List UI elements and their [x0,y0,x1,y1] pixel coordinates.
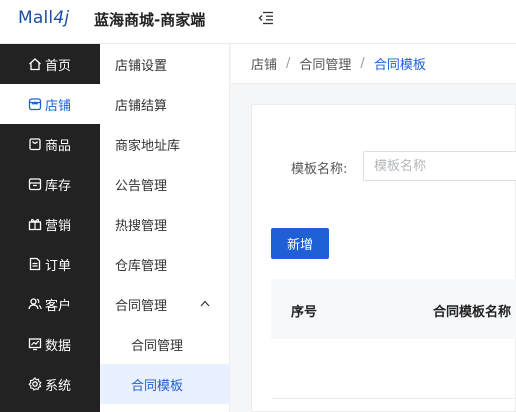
sidebar-item-label: 订单 [45,258,72,274]
brand-title: 蓝海商城-商家端 [94,11,206,29]
logo-text: Mall [18,8,54,28]
home-icon [29,58,41,71]
sidebar-item-label: 系统 [45,378,72,394]
breadcrumb-separator: / [360,56,365,71]
submenu-item-warehouse[interactable]: 仓库管理 [100,244,230,284]
order-icon [29,257,41,271]
sidebar-item-system[interactable]: 系统 [0,364,100,404]
sidebar-item-label: 库存 [45,178,72,194]
sidebar-item-order[interactable]: 订单 [0,244,100,284]
breadcrumb: 店铺 / 合同管理 / 合同模板 [231,44,516,84]
submenu-item-contract-template[interactable]: 合同模板 [100,364,230,404]
sidebar-item-data[interactable]: 数据 [0,324,100,364]
sidebar-item-shop[interactable]: 店铺 [0,84,100,124]
product-icon [29,138,41,151]
sidebar-item-marketing[interactable]: 营销 [0,204,100,244]
breadcrumb-current: 合同模板 [373,58,426,73]
chart-icon [28,338,42,351]
logo-suffix: 4j [53,8,70,28]
submenu-item-notice-management[interactable]: 公告管理 [100,164,230,204]
sidebar-item-home[interactable]: 首页 [0,44,100,84]
table-header: 序号 合同模板名称 [271,279,516,339]
menu-fold-icon[interactable] [258,11,274,25]
submenu-item-label: 仓库管理 [115,258,168,274]
search-label: 模板名称: [291,162,348,177]
submenu-group-contract[interactable]: 合同管理 [100,284,230,324]
table-divider [271,398,516,399]
submenu-item-label: 店铺设置 [115,58,168,74]
customer-icon [28,298,42,310]
sidebar-item-label: 店铺 [45,98,72,114]
chevron-up-icon [200,300,210,307]
sidebar-item-label: 营销 [45,218,72,234]
submenu-item-label: 商家地址库 [115,138,181,154]
sidebar-item-label: 客户 [45,298,72,314]
top-header: Mall4j 蓝海商城-商家端 [0,0,516,44]
column-header-template-name: 合同模板名称 [433,305,512,320]
submenu-item-label: 店铺结算 [115,98,168,114]
sidebar-item-inventory[interactable]: 库存 [0,164,100,204]
submenu-group-label: 合同管理 [115,298,168,314]
column-header-index: 序号 [291,305,318,320]
breadcrumb-item[interactable]: 合同管理 [299,54,351,73]
secondary-sidebar: 店铺设置 店铺结算 商家地址库 公告管理 热搜管理 仓库管理 合同管理 合同管理… [100,44,230,412]
submenu-item-label: 公告管理 [115,178,168,194]
submenu-item-address-book[interactable]: 商家地址库 [100,124,230,164]
breadcrumb-item[interactable]: 店铺 [251,54,277,73]
breadcrumb-separator: / [286,56,291,71]
submenu-item-label: 热搜管理 [115,218,168,234]
sidebar-item-customer[interactable]: 客户 [0,284,100,324]
sidebar-item-label: 数据 [45,338,72,354]
submenu-item-label: 合同管理 [131,338,184,354]
sidebar-item-label: 首页 [45,58,72,74]
submenu-item-label: 合同模板 [131,378,184,394]
gift-icon [28,218,42,231]
sidebar-item-product[interactable]: 商品 [0,124,100,164]
submenu-item-hot-search[interactable]: 热搜管理 [100,204,230,244]
inventory-icon [28,178,42,191]
sidebar-item-label: 商品 [45,138,72,154]
gear-icon [28,377,42,391]
shop-icon [28,98,42,111]
template-name-input[interactable] [363,151,516,181]
submenu-item-shop-settlement[interactable]: 店铺结算 [100,84,230,124]
primary-sidebar: 首页 店铺 商品 库存 营销 订单 客户 数据 系统 [0,44,100,412]
submenu-item-contract-management[interactable]: 合同管理 [100,324,230,364]
logo: Mall4j [18,8,69,28]
add-button[interactable]: 新增 [271,228,329,259]
submenu-item-shop-settings[interactable]: 店铺设置 [100,44,230,84]
